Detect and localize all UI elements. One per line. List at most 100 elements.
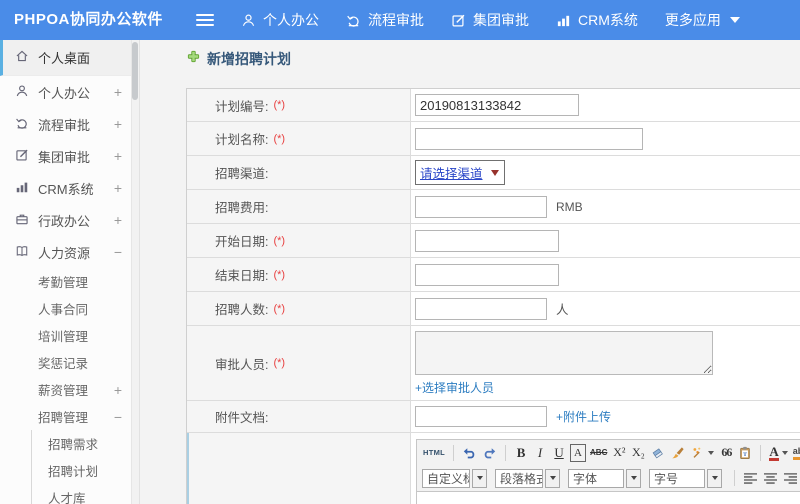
sidebar-subitem-talent-pool[interactable]: 人才库 <box>32 484 139 504</box>
nav-item-label: CRM系统 <box>578 12 638 28</box>
sidebar-scrollbar-thumb[interactable] <box>132 42 138 100</box>
font-size-select[interactable]: 字号 <box>649 468 722 488</box>
paste-button[interactable]: T <box>737 444 753 462</box>
html-source-button[interactable]: HTML <box>422 444 446 462</box>
sidebar-item-label: 行政办公 <box>38 213 91 229</box>
field-label-cell: 计划名称: (*) <box>187 122 411 155</box>
caret-down-icon <box>708 450 715 455</box>
field-value-cell <box>411 258 800 291</box>
channel-select[interactable]: 请选择渠道 <box>415 160 505 185</box>
sidebar-item-hr[interactable]: 人力资源 − <box>0 236 139 268</box>
sidebar-item-group-approval[interactable]: 集团审批 + <box>0 140 139 172</box>
align-center-button[interactable] <box>762 469 779 487</box>
nav-item-crm[interactable]: CRM系统 <box>556 10 638 30</box>
sidebar-item-desktop[interactable]: 个人桌面 <box>0 40 139 76</box>
form-row-headcount: 招聘人数: (*) 人 <box>187 292 800 326</box>
nav-item-personal-office[interactable]: 个人办公 <box>241 10 319 30</box>
redo-button[interactable] <box>481 444 498 462</box>
strikethrough-button[interactable]: ABC <box>589 444 608 462</box>
format-brush-button[interactable] <box>669 444 686 462</box>
sidebar-item-label: 个人桌面 <box>38 51 91 66</box>
subscript-button[interactable]: X₂ <box>630 444 646 462</box>
align-right-button[interactable] <box>782 469 799 487</box>
fee-input[interactable] <box>415 195 547 218</box>
sidebar-subitem-hr-contract[interactable]: 人事合同 <box>0 295 139 322</box>
hamburger-menu-icon[interactable] <box>196 13 214 27</box>
attachment-upload-link[interactable]: +附件上传 <box>556 408 611 425</box>
sidebar-subitem-rewards[interactable]: 奖惩记录 <box>0 349 139 376</box>
field-label-cell <box>187 433 411 504</box>
expand-plus-icon[interactable]: + <box>114 148 122 164</box>
nav-item-group-approval[interactable]: 集团审批 <box>451 10 529 30</box>
required-mark: (*) <box>273 268 286 281</box>
highlight-color-button[interactable]: ab <box>792 444 800 462</box>
font-color-glyph: A <box>769 443 779 461</box>
expand-plus-icon[interactable]: + <box>114 84 122 100</box>
sidebar-item-workflow-approval[interactable]: 流程审批 + <box>0 108 139 140</box>
start-date-input[interactable] <box>415 229 559 252</box>
sidebar-item-label: 个人办公 <box>38 85 91 101</box>
sidebar-scrollbar-track[interactable] <box>131 40 139 504</box>
custom-heading-select[interactable]: 自定义标题 <box>422 468 487 488</box>
sidebar-hr-submenu: 考勤管理 人事合同 培训管理 奖惩记录 薪资管理 + 招聘管理 − 招聘需求 招… <box>0 268 139 504</box>
expand-plus-icon[interactable]: + <box>114 180 122 196</box>
navbar-menu: 个人办公 流程审批 集团审批 CRM系统 更多应用 <box>196 0 740 40</box>
field-label-cell: 招聘人数: (*) <box>187 292 411 325</box>
headcount-unit-label: 人 <box>556 303 569 317</box>
sidebar-subitem-recruit-plan[interactable]: 招聘计划 <box>32 457 139 484</box>
expand-plus-icon[interactable]: + <box>114 212 122 228</box>
field-value-cell <box>411 89 800 121</box>
approver-textarea[interactable] <box>415 331 713 375</box>
form-row-end-date: 结束日期: (*) <box>187 258 800 292</box>
caret-down-icon[interactable] <box>626 468 641 488</box>
italic-button[interactable]: I <box>532 444 548 462</box>
sidebar-subitem-attendance[interactable]: 考勤管理 <box>0 268 139 295</box>
sidebar-subitem-recruit-demand[interactable]: 招聘需求 <box>32 430 139 457</box>
editor-content-area[interactable] <box>417 491 800 504</box>
font-style-button[interactable]: A <box>570 443 587 462</box>
sidebar-item-personal-office[interactable]: 个人办公 + <box>0 76 139 108</box>
paragraph-format-select[interactable]: 段落格式 <box>495 468 560 488</box>
align-left-button[interactable] <box>742 469 759 487</box>
caret-down-icon[interactable] <box>545 468 560 488</box>
bar-chart-icon <box>556 13 571 28</box>
sidebar-item-crm[interactable]: CRM系统 + <box>0 172 139 204</box>
expand-plus-icon[interactable]: + <box>114 382 122 398</box>
auto-format-button[interactable] <box>689 444 715 462</box>
headcount-input[interactable] <box>415 297 547 320</box>
blockquote-button[interactable]: 66 <box>718 444 734 462</box>
eraser-button[interactable] <box>649 444 666 462</box>
nav-item-workflow-approval[interactable]: 流程审批 <box>346 10 424 30</box>
underline-button[interactable]: U <box>551 444 567 462</box>
end-date-input[interactable] <box>415 263 559 286</box>
nav-item-label: 更多应用 <box>664 12 721 28</box>
plan-no-input[interactable] <box>415 94 579 116</box>
sidebar-subitem-label: 人事合同 <box>38 303 89 317</box>
person-icon <box>15 84 29 101</box>
nav-item-label: 集团审批 <box>473 12 529 28</box>
field-value-cell: HTML B I U A ABC X² X₂ 66 T A a 自定义 段落格 … <box>411 433 800 504</box>
field-value-cell: 人 <box>411 292 800 325</box>
font-family-value: 字体 <box>568 468 624 488</box>
undo-button[interactable] <box>461 444 478 462</box>
sidebar-subitem-training[interactable]: 培训管理 <box>0 322 139 349</box>
nav-item-more-apps[interactable]: 更多应用 <box>665 10 740 30</box>
sidebar-item-admin-office[interactable]: 行政办公 + <box>0 204 139 236</box>
plan-name-input[interactable] <box>415 127 643 150</box>
book-icon <box>15 244 29 261</box>
bold-button[interactable]: B <box>513 444 529 462</box>
font-family-select[interactable]: 字体 <box>568 468 641 488</box>
attachment-input[interactable] <box>415 406 547 427</box>
collapse-minus-icon[interactable]: − <box>114 409 122 425</box>
editor-toolbar-row2: 自定义标题 段落格式 字体 字号 <box>417 465 800 491</box>
font-color-button[interactable]: A <box>768 444 788 462</box>
select-approver-link[interactable]: +选择审批人员 <box>415 379 494 396</box>
superscript-button[interactable]: X² <box>611 444 627 462</box>
collapse-minus-icon[interactable]: − <box>114 244 122 260</box>
paragraph-format-value: 段落格式 <box>495 468 543 488</box>
caret-down-icon[interactable] <box>472 468 487 488</box>
caret-down-icon[interactable] <box>707 468 722 488</box>
sidebar-subitem-salary[interactable]: 薪资管理 + <box>0 376 139 403</box>
expand-plus-icon[interactable]: + <box>114 116 122 132</box>
sidebar-subitem-recruit-mgmt[interactable]: 招聘管理 − <box>0 403 139 430</box>
